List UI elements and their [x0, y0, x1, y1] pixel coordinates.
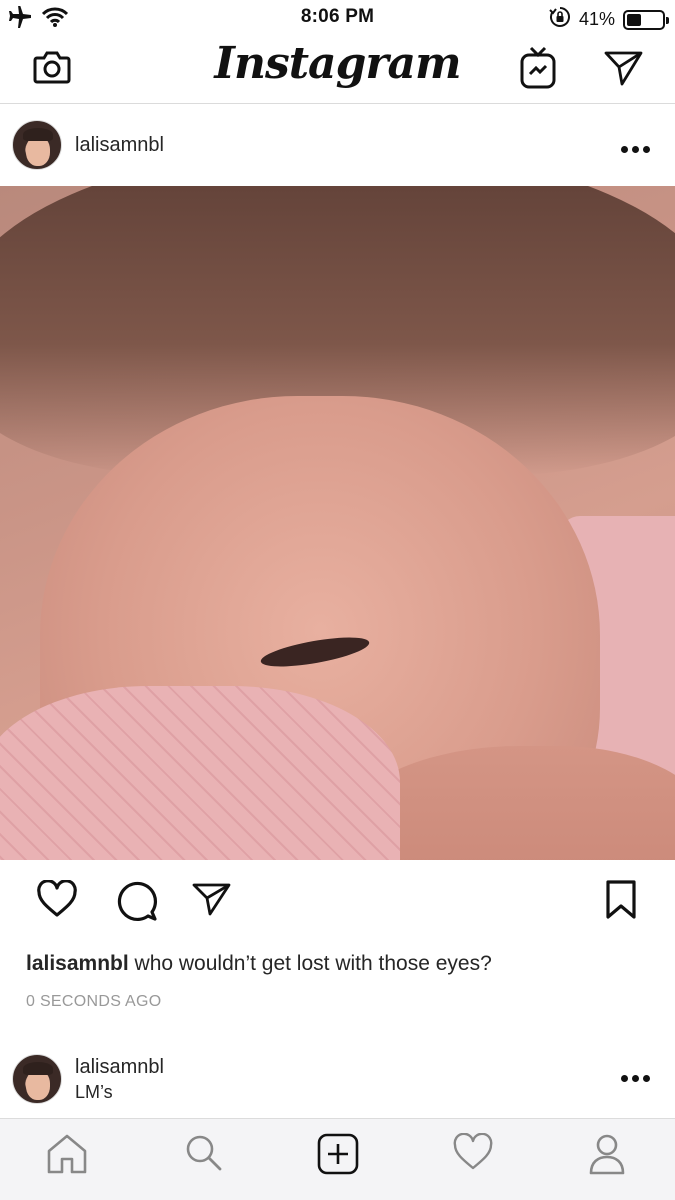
more-options-icon[interactable] [621, 146, 650, 153]
home-icon[interactable] [46, 1133, 88, 1180]
post-header: lalisamnbl [0, 105, 675, 185]
direct-message-icon[interactable] [604, 50, 644, 91]
search-icon[interactable] [184, 1133, 224, 1178]
profile-icon[interactable] [588, 1133, 626, 1180]
next-post-header: lalisamnbl LM’s [0, 1040, 675, 1118]
more-options-icon[interactable] [621, 1075, 650, 1082]
bookmark-icon[interactable] [605, 880, 637, 925]
share-icon[interactable] [192, 882, 232, 923]
instagram-logo[interactable]: Instagram [0, 38, 675, 89]
post-caption: lalisamnbl who wouldn’t get lost with th… [26, 952, 492, 976]
status-right: 41% [549, 6, 669, 33]
caption-username[interactable]: lalisamnbl [26, 952, 129, 975]
status-bar: 8:06 PM 41% [0, 0, 675, 34]
avatar-hair [23, 1062, 53, 1075]
battery-icon [623, 9, 669, 30]
post-photo[interactable] [0, 186, 675, 860]
comment-icon[interactable] [115, 880, 159, 927]
avatar[interactable] [12, 120, 62, 170]
top-navigation-bar: Instagram [0, 34, 675, 104]
post-actions [0, 860, 675, 940]
next-post-location[interactable]: LM’s [75, 1082, 113, 1103]
battery-percent: 41% [578, 9, 615, 29]
post-timestamp: 0 SECONDS AGO [26, 993, 162, 1010]
add-post-icon[interactable] [317, 1133, 359, 1180]
orientation-lock-icon [549, 6, 571, 33]
avatar[interactable] [12, 1054, 62, 1104]
activity-heart-icon[interactable] [452, 1132, 494, 1176]
photo-sweater [0, 686, 400, 860]
igtv-icon[interactable] [519, 46, 557, 95]
next-post-username[interactable]: lalisamnbl [75, 1056, 164, 1079]
heart-icon[interactable] [36, 879, 78, 923]
post-username[interactable]: lalisamnbl [75, 134, 164, 157]
caption-text: who wouldn’t get lost with those eyes? [128, 952, 492, 975]
avatar-hair [23, 128, 53, 141]
battery-level-fill [627, 13, 641, 26]
bottom-tab-bar [0, 1118, 675, 1200]
